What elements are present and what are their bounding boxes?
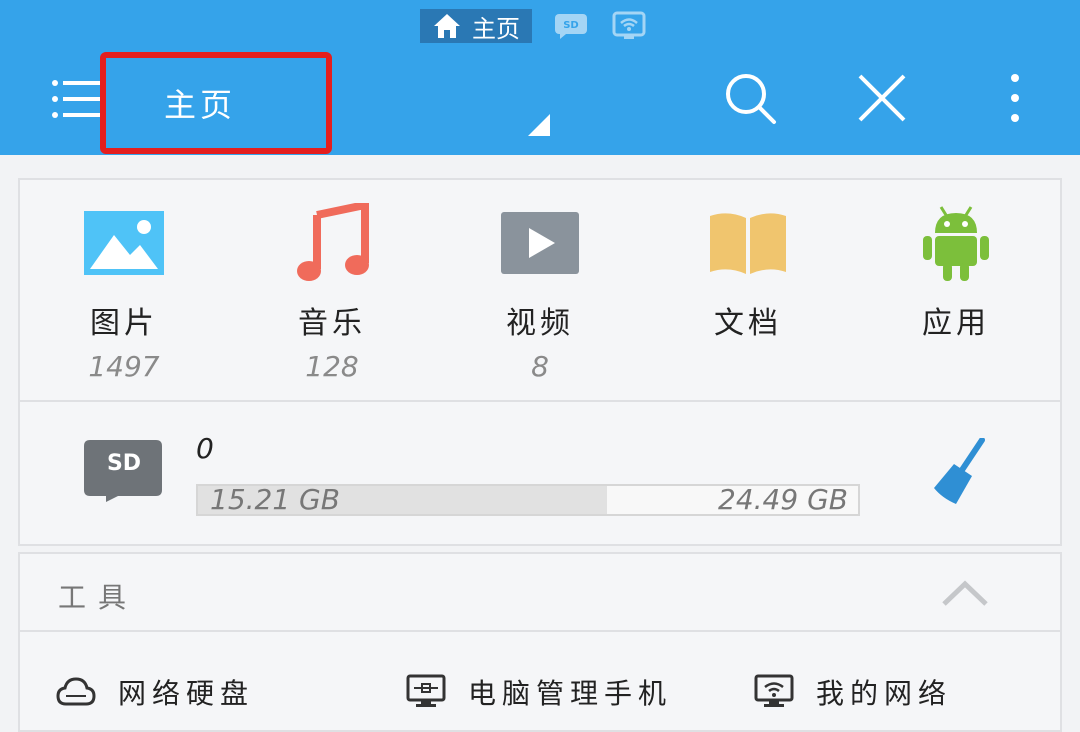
search-icon <box>726 74 776 124</box>
close-button[interactable] <box>854 70 910 126</box>
category-count: 8 <box>531 350 549 383</box>
broom-clean-icon[interactable] <box>930 438 990 508</box>
tool-my-network[interactable]: 我的网络 <box>754 672 952 712</box>
tool-pc-manage-phone[interactable]: 电脑管理手机 <box>406 672 672 712</box>
video-icon <box>501 212 579 274</box>
document-icon <box>710 213 786 274</box>
page-title: 主页 <box>164 86 237 124</box>
tool-label: 我的网络 <box>816 677 953 710</box>
music-icon <box>297 203 369 281</box>
category-images[interactable]: 图片 1497 <box>44 198 204 383</box>
svg-text:SD: SD <box>563 20 579 31</box>
category-label: 文档 <box>714 306 782 341</box>
chevron-up-icon[interactable] <box>940 574 990 610</box>
category-panel: 图片 1497 音乐 128 视频 8 文档 应用 <box>18 178 1062 402</box>
storage-used: 15.21 GB <box>210 483 340 516</box>
page-title-highlight[interactable]: 主页 <box>100 52 332 154</box>
category-documents[interactable]: 文档 <box>668 198 828 350</box>
tab-home-label: 主页 <box>472 14 520 43</box>
storage-panel[interactable]: SD 0 15.21 GB 24.49 GB <box>18 402 1062 546</box>
category-videos[interactable]: 视频 8 <box>460 198 620 383</box>
category-label: 视频 <box>506 306 574 341</box>
category-label: 图片 <box>90 306 158 341</box>
tool-label: 电脑管理手机 <box>468 677 673 710</box>
tool-label: 网络硬盘 <box>118 677 255 710</box>
network-tab-icon[interactable] <box>610 11 648 41</box>
sd-card-icon: SD <box>84 440 162 502</box>
storage-usage-bar: 15.21 GB 24.49 GB <box>196 484 860 516</box>
image-icon <box>84 211 164 275</box>
cloud-icon <box>56 677 96 706</box>
tools-header[interactable]: 工具 <box>20 554 1060 632</box>
storage-name: 0 <box>196 432 214 465</box>
category-count: 1497 <box>88 350 160 383</box>
tools-title: 工具 <box>58 581 139 614</box>
monitor-icon <box>406 674 446 707</box>
home-icon <box>434 14 460 38</box>
window-tab-strip: 主页 SD <box>420 8 648 44</box>
tab-home[interactable]: 主页 <box>420 9 532 43</box>
menu-icon[interactable] <box>50 78 104 120</box>
category-label: 应用 <box>922 306 990 341</box>
category-count: 128 <box>305 350 359 383</box>
category-label: 音乐 <box>298 306 366 341</box>
app-bar: 主页 SD 主页 <box>0 0 1080 155</box>
tool-network-disk[interactable]: 网络硬盘 <box>56 672 254 712</box>
category-apps[interactable]: 应用 <box>876 198 1036 350</box>
dropdown-triangle-icon[interactable] <box>528 114 550 136</box>
svg-text:SD: SD <box>107 451 141 476</box>
tools-panel: 工具 网络硬盘 电脑管理手机 我的网络 <box>18 552 1062 732</box>
storage-total: 24.49 GB <box>718 483 848 516</box>
wifi-monitor-icon <box>754 674 794 707</box>
close-icon <box>858 74 906 122</box>
category-music[interactable]: 音乐 128 <box>252 198 412 383</box>
sd-card-tab-icon[interactable]: SD <box>552 11 590 41</box>
more-options-button[interactable] <box>990 70 1040 126</box>
android-icon <box>923 206 989 281</box>
more-vertical-icon <box>1011 74 1019 122</box>
search-button[interactable] <box>722 70 778 126</box>
